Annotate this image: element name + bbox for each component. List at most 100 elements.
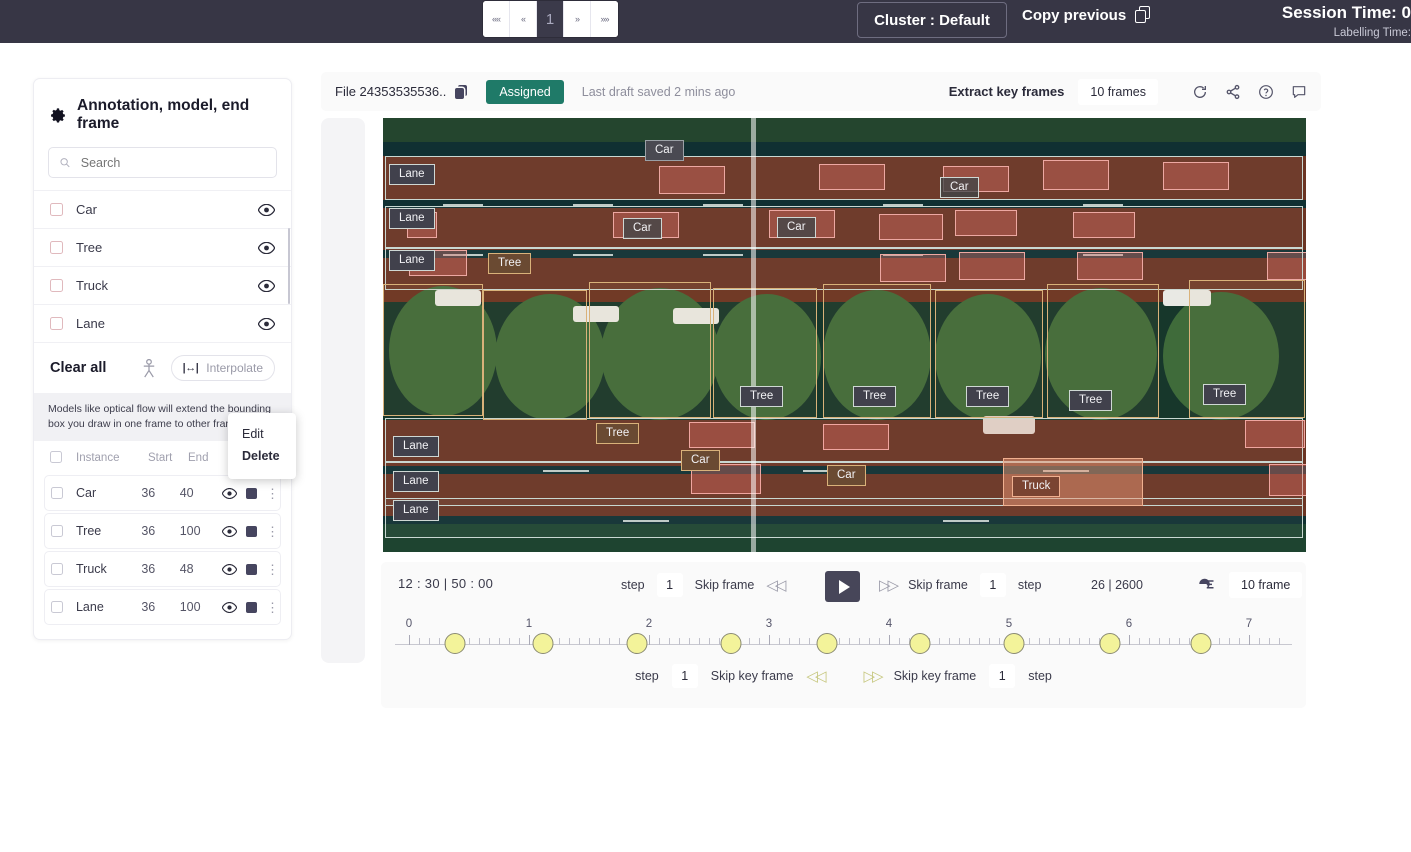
row-menu-icon[interactable]: ⋮	[266, 603, 272, 612]
class-checkbox[interactable]	[50, 241, 63, 254]
keyframe-step-value-left[interactable]: 1	[672, 664, 698, 688]
help-icon[interactable]	[1258, 84, 1274, 100]
bbox-tree[interactable]	[589, 282, 711, 418]
video-canvas[interactable]: Car Lane Lane Lane Car Car Car Tree Tree…	[383, 118, 1306, 552]
annotation-tag-lane[interactable]: Lane	[389, 164, 435, 185]
table-row[interactable]: Tree 36 100 ⋮	[44, 513, 281, 549]
annotation-tag-tree[interactable]: Tree	[966, 386, 1009, 407]
class-row-tree[interactable]: Tree	[34, 228, 291, 266]
class-row-truck[interactable]: Truck	[34, 266, 291, 304]
row-menu-icon[interactable]: ⋮	[266, 565, 272, 574]
cluster-selector[interactable]: Cluster : Default	[857, 2, 1007, 38]
row-checkbox-cell[interactable]	[51, 525, 76, 537]
keyframe-marker[interactable]	[720, 633, 741, 654]
annotation-tag-car[interactable]: Car	[623, 218, 662, 239]
row-checkbox[interactable]	[51, 525, 63, 537]
color-swatch-icon[interactable]	[246, 526, 257, 537]
bbox-car[interactable]	[689, 422, 755, 448]
keyframe-marker[interactable]	[910, 633, 931, 654]
share-icon[interactable]	[1225, 84, 1241, 100]
skip-key-frame-back-icon[interactable]: ◁◁	[806, 667, 823, 685]
eye-icon[interactable]	[258, 242, 275, 254]
row-checkbox-cell[interactable]	[51, 601, 76, 613]
keyframe-marker[interactable]	[627, 633, 648, 654]
context-menu-edit[interactable]: Edit	[228, 423, 296, 445]
annotation-tag-car[interactable]: Car	[645, 140, 684, 161]
table-row[interactable]: Car 36 40 ⋮	[44, 475, 281, 511]
pager-last-page[interactable]: »»	[591, 1, 618, 37]
annotation-tag-car[interactable]: Car	[681, 450, 720, 471]
keyframe-marker[interactable]	[816, 633, 837, 654]
bbox-lane[interactable]	[385, 156, 1303, 200]
extract-key-frames-button[interactable]: Extract key frames	[949, 84, 1065, 99]
annotation-tag-car[interactable]: Car	[940, 177, 979, 198]
bbox-lane[interactable]	[385, 498, 1303, 538]
pagination[interactable]: «« « 1 » »»	[483, 1, 618, 37]
skip-frame-back-icon[interactable]: ◁◁	[766, 576, 783, 594]
copy-previous-button[interactable]: Copy previous	[1022, 6, 1154, 25]
row-checkbox[interactable]	[51, 563, 63, 575]
pager-first-page[interactable]: ««	[483, 1, 510, 37]
skip-frame-forward-icon[interactable]: ▷▷	[879, 576, 896, 594]
pager-prev-page[interactable]: «	[510, 1, 537, 37]
select-all-checkbox[interactable]	[50, 451, 62, 463]
class-checkbox[interactable]	[50, 203, 63, 216]
row-checkbox-cell[interactable]	[51, 487, 76, 499]
keyframe-marker[interactable]	[1191, 633, 1212, 654]
class-row-lane[interactable]: Lane	[34, 304, 291, 342]
bbox-car[interactable]	[1245, 420, 1305, 448]
eye-icon[interactable]	[258, 318, 275, 330]
step-value-right[interactable]: 1	[980, 573, 1006, 597]
skeleton-icon[interactable]	[141, 359, 157, 378]
eye-icon[interactable]	[258, 204, 275, 216]
annotation-tag-tree[interactable]: Tree	[1069, 390, 1112, 411]
bbox-car[interactable]	[1269, 464, 1306, 496]
table-row[interactable]: Lane 36 100 ⋮	[44, 589, 281, 625]
color-swatch-icon[interactable]	[246, 602, 257, 613]
select-all-checkbox-cell[interactable]	[50, 451, 76, 466]
eye-icon[interactable]	[258, 280, 275, 292]
annotation-tag-tree[interactable]: Tree	[488, 253, 531, 274]
frames-count-select[interactable]: 10 frames	[1078, 79, 1158, 105]
annotation-tag-car[interactable]: Car	[777, 217, 816, 238]
eye-icon[interactable]	[222, 526, 237, 537]
color-swatch-icon[interactable]	[246, 564, 257, 575]
playhead-indicator[interactable]	[751, 118, 756, 552]
step-value-left[interactable]: 1	[657, 573, 683, 597]
keyframe-marker[interactable]	[1099, 633, 1120, 654]
annotation-tag-car[interactable]: Car	[827, 465, 866, 486]
pointer-hand-icon[interactable]	[1197, 576, 1215, 592]
frame-step-select[interactable]: 10 frame	[1229, 572, 1302, 598]
annotation-tag-lane[interactable]: Lane	[389, 250, 435, 271]
row-checkbox[interactable]	[51, 601, 63, 613]
class-checkbox[interactable]	[50, 317, 63, 330]
annotation-tag-tree[interactable]: Tree	[596, 423, 639, 444]
eye-icon[interactable]	[222, 488, 237, 499]
bbox-car[interactable]	[823, 424, 889, 450]
annotation-tag-lane[interactable]: Lane	[393, 471, 439, 492]
eye-icon[interactable]	[222, 564, 237, 575]
comment-icon[interactable]	[1291, 84, 1307, 100]
eye-icon[interactable]	[222, 602, 237, 613]
annotation-tag-truck[interactable]: Truck	[1012, 476, 1060, 497]
annotation-tag-tree[interactable]: Tree	[853, 386, 896, 407]
keyframe-marker[interactable]	[1003, 633, 1024, 654]
copy-file-id-icon[interactable]	[455, 85, 468, 99]
annotation-tag-lane[interactable]: Lane	[393, 500, 439, 521]
annotation-tag-tree[interactable]: Tree	[740, 386, 783, 407]
annotation-tag-lane[interactable]: Lane	[389, 208, 435, 229]
class-list-scrollbar[interactable]	[288, 228, 291, 304]
refresh-icon[interactable]	[1192, 84, 1208, 100]
search-box[interactable]	[48, 147, 277, 178]
play-button[interactable]	[825, 571, 860, 602]
search-input[interactable]	[79, 155, 266, 171]
context-menu-delete[interactable]: Delete	[228, 445, 296, 467]
skip-key-frame-forward-icon[interactable]: ▷▷	[864, 667, 881, 685]
annotation-tag-tree[interactable]: Tree	[1203, 384, 1246, 405]
row-menu-icon[interactable]: ⋮	[266, 527, 272, 536]
bbox-tree[interactable]	[383, 284, 483, 416]
annotation-tag-lane[interactable]: Lane	[393, 436, 439, 457]
pager-page-1[interactable]: 1	[537, 1, 564, 37]
timeline-ruler[interactable]: 0 1 2 3 4 5 6 7	[395, 618, 1292, 654]
keyframe-marker[interactable]	[533, 633, 554, 654]
